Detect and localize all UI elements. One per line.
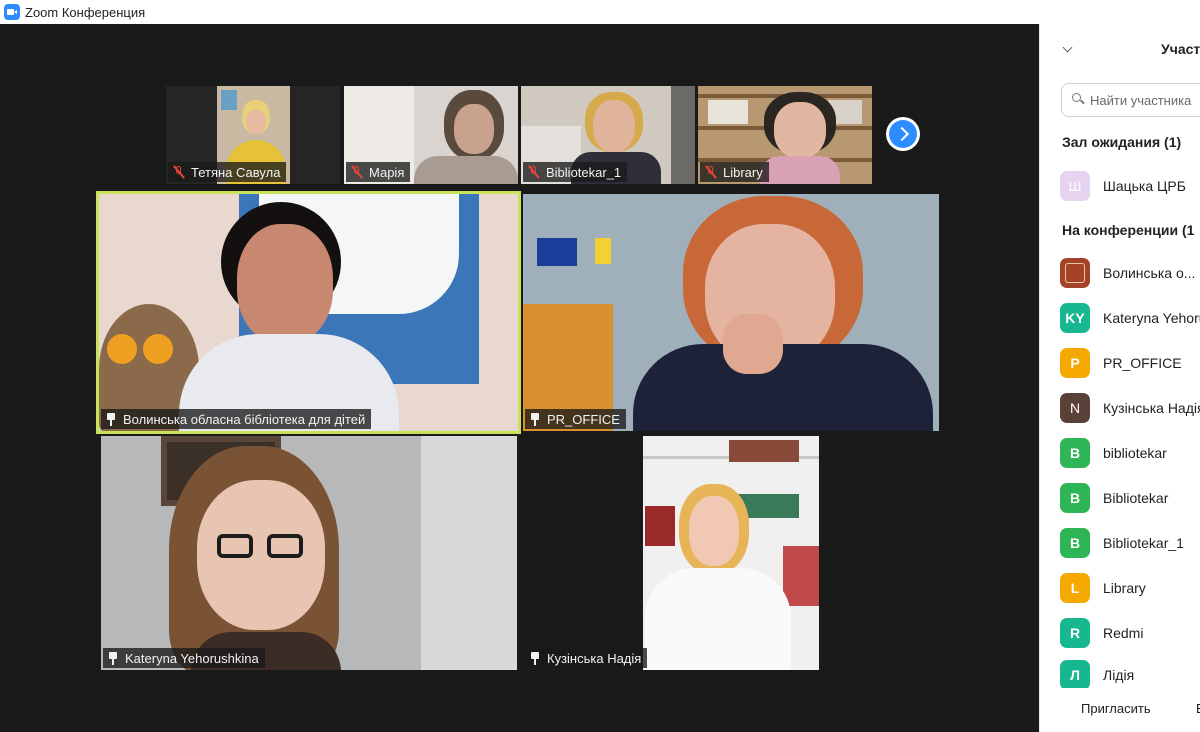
participant-row[interactable]: B Bibliotekar (1060, 483, 1168, 513)
participant-name-label: Bibliotekar_1 (523, 162, 628, 182)
avatar: N (1060, 393, 1090, 423)
video-tile[interactable]: Кузінська Надія (523, 436, 939, 670)
participant-name-label: Марія (346, 162, 411, 182)
participant-name: Лідія (1103, 667, 1135, 683)
title-bar: Zoom Конференция (0, 0, 1200, 24)
participant-name-label: Волинська обласна бібліотека для дітей (101, 409, 372, 429)
participant-name: Library (1103, 580, 1146, 596)
participant-row[interactable]: B bibliotekar (1060, 438, 1167, 468)
participant-name-label: Kateryna Yehorushkina (103, 648, 265, 668)
participants-panel-footer: Пригласить Е (1040, 688, 1200, 732)
avatar (1060, 258, 1090, 288)
participant-name-label: PR_OFFICE (525, 409, 626, 429)
mic-muted-icon (172, 165, 186, 179)
participant-row[interactable]: KY Kateryna Yehoru (1060, 303, 1200, 333)
mic-muted-icon (527, 165, 541, 179)
participant-name-label: Кузінська Надія (525, 648, 648, 668)
avatar: B (1060, 483, 1090, 513)
avatar: L (1060, 573, 1090, 603)
chevron-right-icon (889, 120, 917, 148)
search-icon (1072, 93, 1086, 107)
participant-row[interactable]: B Bibliotekar_1 (1060, 528, 1184, 558)
participant-name: Шацька ЦРБ (1103, 178, 1186, 194)
participants-panel-title: Участ (1161, 41, 1200, 57)
avatar: R (1060, 618, 1090, 648)
in-meeting-title: На конференции (1 (1062, 222, 1195, 238)
participant-name: Redmi (1103, 625, 1144, 641)
avatar: B (1060, 438, 1090, 468)
participant-row[interactable]: P PR_OFFICE (1060, 348, 1182, 378)
avatar: Ш (1060, 171, 1090, 201)
video-tile-small[interactable]: Тетяна Савула (166, 86, 340, 184)
participant-name: Кузінська Надія (1103, 400, 1200, 416)
participant-name: Bibliotekar (1103, 490, 1169, 506)
video-gallery: Тетяна Савула Марія Bibliotekar_1 Librar… (0, 24, 1039, 732)
mic-muted-icon (350, 165, 364, 179)
video-tile[interactable]: Kateryna Yehorushkina (101, 436, 517, 670)
invite-button[interactable]: Пригласить (1081, 701, 1151, 716)
pin-icon (529, 651, 541, 665)
participant-name: PR_OFFICE (1103, 355, 1182, 371)
avatar: Л (1060, 660, 1090, 690)
window-title: Zoom Конференция (25, 4, 146, 20)
participant-name: Bibliotekar_1 (1103, 535, 1184, 551)
participants-panel: Участ Зал ожидания (1) Ш Шацька ЦРБ На к… (1039, 24, 1200, 732)
video-tile-small[interactable]: Library (698, 86, 872, 184)
participant-name: Волинська о... (1103, 265, 1196, 281)
pin-icon (529, 412, 541, 426)
participant-name: Kateryna Yehoru (1103, 310, 1200, 326)
waiting-participant-row[interactable]: Ш Шацька ЦРБ (1060, 171, 1186, 201)
participant-search-input[interactable] (1090, 92, 1200, 108)
participant-row[interactable]: Л Лідія (1060, 660, 1134, 690)
pin-icon (105, 412, 117, 426)
avatar: P (1060, 348, 1090, 378)
more-button[interactable]: Е (1196, 701, 1200, 716)
video-tile[interactable]: PR_OFFICE (523, 194, 939, 431)
mic-muted-icon (704, 165, 718, 179)
participant-row[interactable]: R Redmi (1060, 618, 1143, 648)
zoom-logo-icon (4, 4, 20, 20)
avatar: KY (1060, 303, 1090, 333)
participants-panel-header: Участ (1040, 24, 1200, 76)
participant-name-label: Тетяна Савула (168, 162, 287, 182)
participant-name: bibliotekar (1103, 445, 1167, 461)
participant-row[interactable]: N Кузінська Надія (1060, 393, 1200, 423)
avatar: B (1060, 528, 1090, 558)
waiting-room-title: Зал ожидания (1) (1062, 134, 1182, 150)
video-tile-small[interactable]: Марія (344, 86, 518, 184)
participant-name-label: Library (700, 162, 769, 182)
video-tile-active-speaker[interactable]: Волинська обласна бібліотека для дітей (96, 191, 521, 434)
participant-row[interactable]: L Library (1060, 573, 1146, 603)
next-page-button[interactable] (886, 117, 920, 151)
video-tile-small[interactable]: Bibliotekar_1 (521, 86, 695, 184)
participant-row[interactable]: Волинська о... (1060, 258, 1195, 288)
pin-icon (107, 651, 119, 665)
participant-search-box[interactable] (1061, 83, 1200, 117)
chevron-down-icon[interactable] (1062, 42, 1073, 53)
